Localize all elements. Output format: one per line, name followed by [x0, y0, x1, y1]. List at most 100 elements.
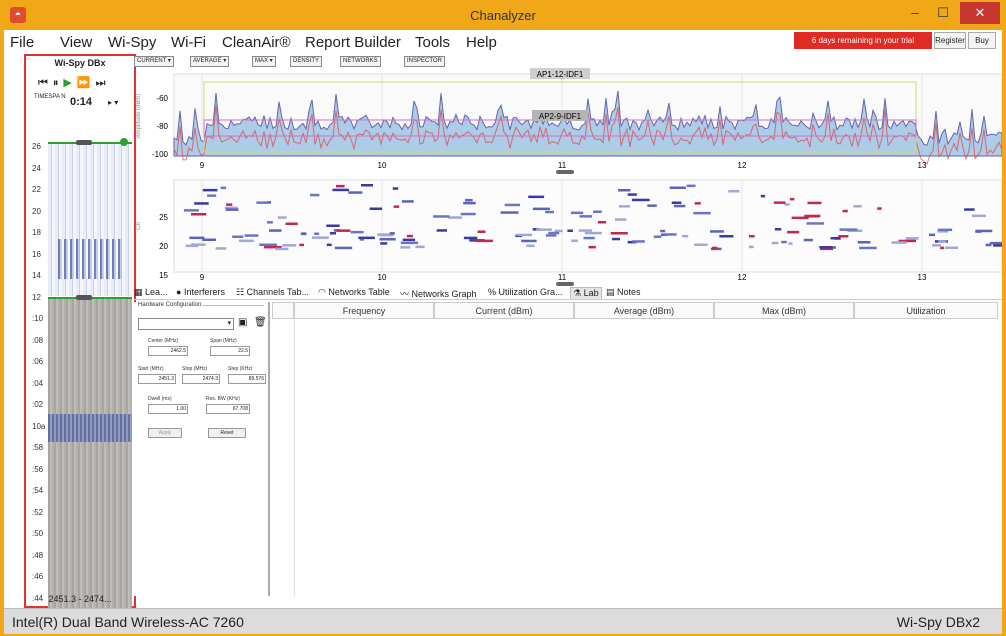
waterfall-time-tick: :46 [32, 572, 44, 581]
spectrum-svg[interactable]: AP1-12-IDF1 AP2-9-IDF1 -60 -80 -100 Ampl… [134, 68, 1005, 290]
span-input[interactable]: 22.5 [210, 346, 250, 356]
waterfall-time-tick: :06 [32, 357, 44, 366]
save-icon[interactable]: ▣ [238, 317, 247, 328]
waterfall-time-tick: :04 [32, 378, 44, 388]
play-icon[interactable]: ▶ [63, 77, 76, 89]
density-dash [859, 246, 877, 250]
col-average[interactable]: Average (dBm) [574, 302, 714, 319]
x-tick-label: 13 [918, 273, 927, 282]
dwell-input[interactable]: 1.00 [148, 404, 188, 414]
menu-file[interactable]: File [10, 34, 34, 51]
minimize-icon[interactable]: – [900, 2, 930, 24]
density-dash [334, 246, 353, 250]
skip-end-icon[interactable]: ⏭ [96, 77, 111, 89]
x-tick-label: 12 [738, 161, 747, 170]
x-tick-label: 9 [200, 273, 205, 282]
average-button[interactable]: AVERAGE ▾ [190, 56, 230, 67]
skip-back-icon[interactable]: ⏮ [38, 77, 53, 89]
col-utilization[interactable]: Utilization [854, 302, 998, 319]
menu-view[interactable]: View [60, 34, 92, 51]
density-dash [610, 232, 628, 235]
density-dash [694, 202, 701, 205]
max-button[interactable]: MAX ▾ [252, 56, 276, 67]
pause-icon[interactable]: ⏸ [53, 77, 64, 89]
density-dash [336, 229, 351, 232]
density-dash [369, 207, 383, 210]
waterfall-slider-mid[interactable] [76, 295, 92, 300]
x-tick-label: 9 [200, 161, 205, 170]
density-dash [379, 238, 396, 241]
trash-icon[interactable]: 🗑 [254, 317, 267, 328]
density-button[interactable]: DENSITY [290, 56, 323, 67]
top-zoom-handle[interactable] [556, 170, 574, 174]
density-dash [593, 210, 602, 213]
density-dash [393, 205, 400, 208]
density-dash [299, 243, 304, 247]
wi-spy-waterfall-panel: Wi-Spy DBx ⏮⏸▶⏩⏭ TIMESPA N 0:14 ▸ ▾ 26 24… [24, 54, 136, 618]
density-plot-bg [173, 179, 1003, 273]
density-dash [839, 228, 858, 231]
density-dash [771, 241, 779, 245]
x-tick-label: 11 [558, 273, 567, 282]
inspector-button[interactable]: INSPECTOR [404, 56, 445, 67]
waterfall-time-tick: 16 [32, 249, 41, 259]
tab-networks-table[interactable]: ◠ Networks Table [318, 287, 390, 298]
col-frequency[interactable]: Frequency [294, 302, 434, 319]
col-max[interactable]: Max (dBm) [714, 302, 854, 319]
current-button[interactable]: CURRENT ▾ [134, 56, 174, 67]
device-title: Wi-Spy DBx [54, 58, 106, 68]
density-dash [671, 201, 682, 204]
tab-lab[interactable]: ⚗ Lab [570, 287, 602, 299]
tab-utilization-graph[interactable]: % Utilization Gra... [488, 287, 563, 297]
preset-dropdown[interactable]: ▾ [138, 318, 234, 330]
menu-cleanair[interactable]: CleanAir® [222, 34, 291, 51]
stop-input[interactable]: 2474.3 [182, 374, 220, 384]
density-dash [232, 235, 244, 238]
tab-interferers[interactable]: ● Interferers [176, 287, 225, 297]
fast-forward-icon[interactable]: ⏩ [77, 77, 96, 89]
start-input[interactable]: 2451.3 [138, 374, 176, 384]
density-dash [392, 187, 399, 190]
menu-wi-spy[interactable]: Wi-Spy [108, 34, 156, 51]
density-dash [975, 229, 993, 233]
step-label: Step (KHz) [228, 366, 253, 372]
resbw-select[interactable]: 67.708 [206, 404, 250, 414]
menu-tools[interactable]: Tools [415, 34, 450, 51]
center-input[interactable]: 2462.5 [148, 346, 188, 356]
close-icon[interactable]: ✕ [960, 2, 1000, 24]
menu-wi-fi[interactable]: Wi-Fi [171, 34, 206, 51]
apply-button[interactable]: Apply [148, 428, 182, 438]
tab-notes[interactable]: ▤ Notes [606, 287, 641, 298]
networks-button[interactable]: NETWORKS [340, 56, 381, 67]
menu-report-builder[interactable]: Report Builder [305, 34, 401, 51]
density-dash [773, 201, 786, 204]
density-dash [842, 209, 848, 213]
tab-channels-table[interactable]: ☷ Channels Tab... [236, 287, 309, 298]
density-dash [618, 205, 630, 208]
time-value: 0:14 [70, 96, 93, 108]
density-dash [760, 194, 766, 198]
buy-button[interactable]: Buy [968, 32, 996, 49]
density-dash [329, 232, 336, 235]
maximize-icon[interactable]: ☐ [928, 2, 958, 24]
waterfall-slider-top[interactable] [76, 140, 92, 145]
density-dash [877, 207, 882, 210]
density-dash [781, 240, 787, 244]
density-dash [669, 186, 686, 189]
trial-badge[interactable]: 6 days remaining in your trial [794, 32, 932, 49]
time-controls[interactable]: ▸ ▾ [108, 98, 118, 107]
density-dash [300, 232, 307, 236]
density-dash [571, 239, 578, 242]
col-current[interactable]: Current (dBm) [434, 302, 574, 319]
reset-button[interactable]: Reset [208, 428, 246, 438]
tab-learn[interactable]: ▦ Lea... [134, 287, 168, 298]
frequency-range: 2451.3 - 2474... [48, 594, 112, 604]
waterfall-handle-icon[interactable] [120, 138, 128, 146]
register-button[interactable]: Register [934, 32, 966, 49]
menu-help[interactable]: Help [466, 34, 497, 51]
density-dash [207, 194, 217, 197]
density-dash [191, 213, 207, 216]
density-dash [220, 186, 227, 190]
tab-networks-graph[interactable]: 〰 Networks Graph [400, 287, 477, 300]
step-input[interactable]: 89.576 [228, 374, 266, 384]
